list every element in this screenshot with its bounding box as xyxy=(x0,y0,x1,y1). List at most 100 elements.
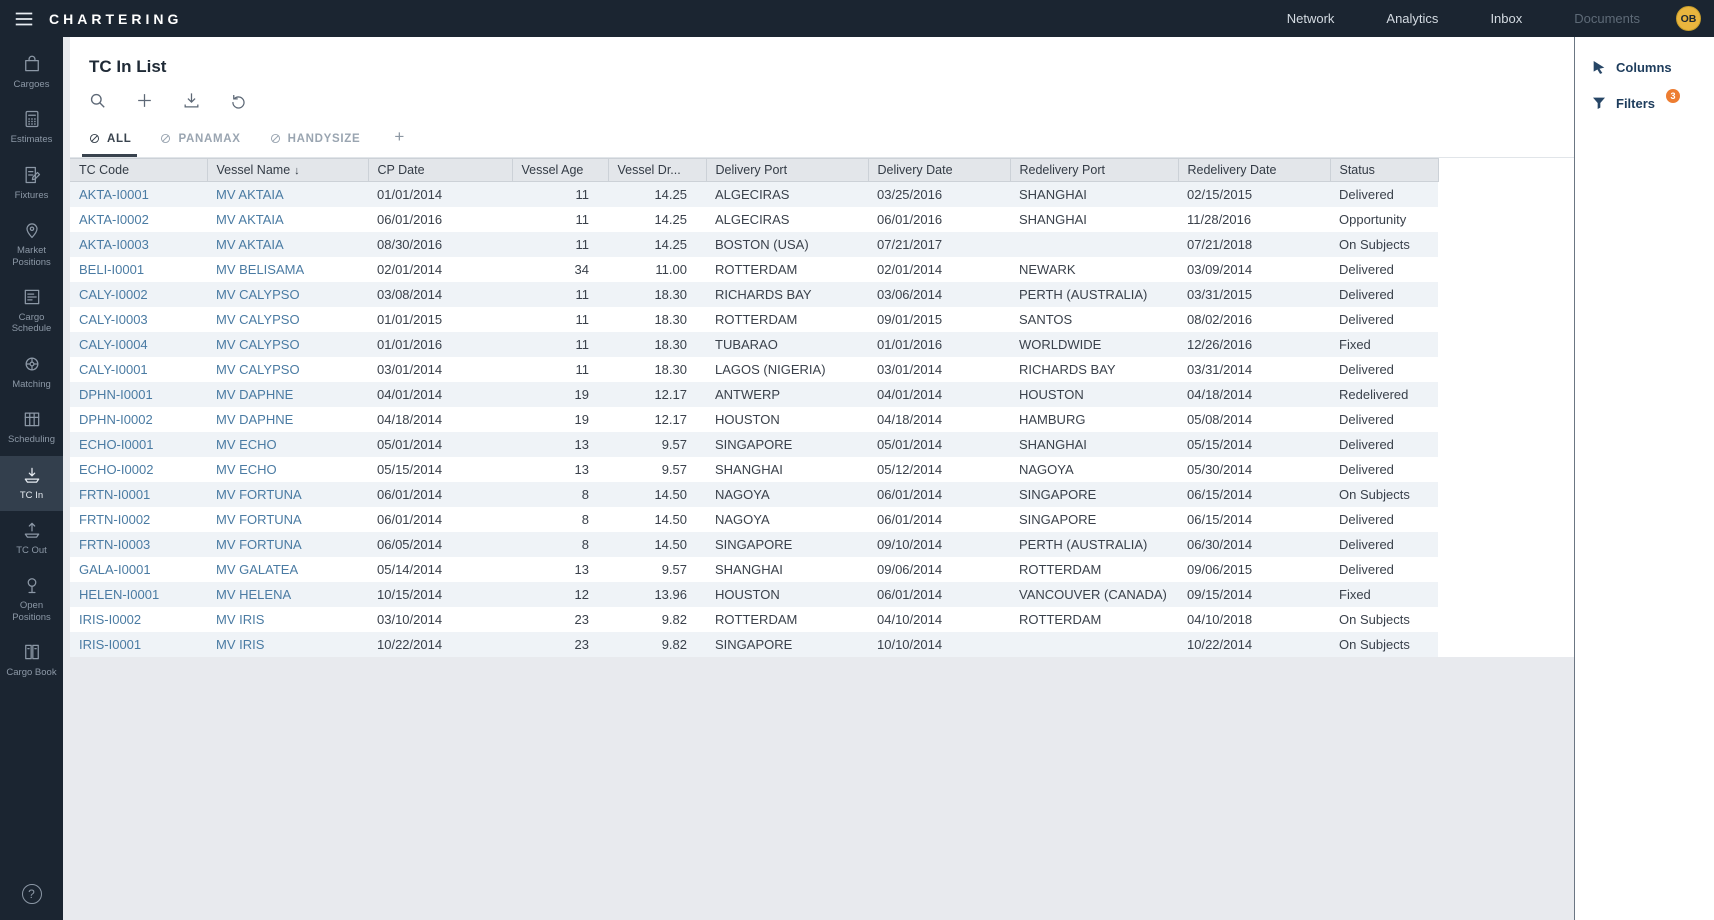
table-row[interactable]: DPHN-I0002MV DAPHNE04/18/20141912.17HOUS… xyxy=(70,407,1438,432)
cell-tc-code[interactable]: CALY-I0001 xyxy=(70,357,207,382)
table-row[interactable]: HELEN-I0001MV HELENA10/15/20141213.96HOU… xyxy=(70,582,1438,607)
tab-panamax[interactable]: PANAMAX xyxy=(153,125,246,157)
cell-tc-code[interactable]: CALY-I0002 xyxy=(70,282,207,307)
cell-vessel-name[interactable]: MV FORTUNA xyxy=(207,482,368,507)
table-row[interactable]: BELI-I0001MV BELISAMA02/01/20143411.00RO… xyxy=(70,257,1438,282)
column-header-vessel-dr[interactable]: Vessel Dr... xyxy=(608,159,706,182)
cell-vessel-name[interactable]: MV CALYPSO xyxy=(207,282,368,307)
add-view-tab[interactable]: + xyxy=(382,124,417,157)
cell-vessel-name[interactable]: MV AKTAIA xyxy=(207,207,368,232)
cell-tc-code[interactable]: CALY-I0003 xyxy=(70,307,207,332)
cell-vessel-name[interactable]: MV CALYPSO xyxy=(207,307,368,332)
columns-button[interactable]: Columns xyxy=(1575,49,1714,85)
table-row[interactable]: CALY-I0002MV CALYPSO03/08/20141118.30RIC… xyxy=(70,282,1438,307)
column-header-delivery-port[interactable]: Delivery Port xyxy=(706,159,868,182)
sidebar-item-cargo-book[interactable]: Cargo Book xyxy=(0,633,63,688)
cell-tc-code[interactable]: CALY-I0004 xyxy=(70,332,207,357)
cell-tc-code[interactable]: ECHO-I0001 xyxy=(70,432,207,457)
cell-tc-code[interactable]: FRTN-I0003 xyxy=(70,532,207,557)
search-button[interactable] xyxy=(86,89,109,112)
table-row[interactable]: FRTN-I0001MV FORTUNA06/01/2014814.50NAGO… xyxy=(70,482,1438,507)
table-row[interactable]: CALY-I0001MV CALYPSO03/01/20141118.30LAG… xyxy=(70,357,1438,382)
cell-tc-code[interactable]: FRTN-I0002 xyxy=(70,507,207,532)
table-row[interactable]: CALY-I0004MV CALYPSO01/01/20161118.30TUB… xyxy=(70,332,1438,357)
cell-tc-code[interactable]: AKTA-I0003 xyxy=(70,232,207,257)
cell-redelivery-port: SHANGHAI xyxy=(1010,432,1178,457)
table-row[interactable]: GALA-I0001MV GALATEA05/14/2014139.57SHAN… xyxy=(70,557,1438,582)
column-header-vessel-age[interactable]: Vessel Age xyxy=(512,159,608,182)
table-row[interactable]: ECHO-I0001MV ECHO05/01/2014139.57SINGAPO… xyxy=(70,432,1438,457)
cell-vessel-name[interactable]: MV IRIS xyxy=(207,632,368,657)
slashed-circle-icon xyxy=(269,132,282,145)
table-row[interactable]: CALY-I0003MV CALYPSO01/01/20151118.30ROT… xyxy=(70,307,1438,332)
table-row[interactable]: IRIS-I0002MV IRIS03/10/2014239.82ROTTERD… xyxy=(70,607,1438,632)
cell-vessel-name[interactable]: MV ECHO xyxy=(207,432,368,457)
tab-handysize[interactable]: HANDYSIZE xyxy=(263,125,367,157)
column-header-delivery-date[interactable]: Delivery Date xyxy=(868,159,1010,182)
column-header-tc-code[interactable]: TC Code xyxy=(70,159,207,182)
table-row[interactable]: FRTN-I0003MV FORTUNA06/05/2014814.50SING… xyxy=(70,532,1438,557)
add-button[interactable] xyxy=(133,89,156,112)
table-row[interactable]: AKTA-I0002MV AKTAIA06/01/20161114.25ALGE… xyxy=(70,207,1438,232)
top-nav-analytics[interactable]: Analytics xyxy=(1386,11,1438,26)
menu-icon[interactable] xyxy=(13,8,35,30)
reset-button[interactable] xyxy=(227,89,250,112)
top-nav-network[interactable]: Network xyxy=(1287,11,1335,26)
cell-tc-code[interactable]: GALA-I0001 xyxy=(70,557,207,582)
column-header-status[interactable]: Status xyxy=(1330,159,1438,182)
cell-vessel-name[interactable]: MV DAPHNE xyxy=(207,407,368,432)
cell-vessel-name[interactable]: MV AKTAIA xyxy=(207,182,368,208)
sidebar-item-fixtures[interactable]: Fixtures xyxy=(0,156,63,211)
table-row[interactable]: FRTN-I0002MV FORTUNA06/01/2014814.50NAGO… xyxy=(70,507,1438,532)
column-header-redelivery-date[interactable]: Redelivery Date xyxy=(1178,159,1330,182)
cell-vessel-name[interactable]: MV AKTAIA xyxy=(207,232,368,257)
cell-status: Delivered xyxy=(1330,457,1438,482)
table-row[interactable]: IRIS-I0001MV IRIS10/22/2014239.82SINGAPO… xyxy=(70,632,1438,657)
cell-tc-code[interactable]: FRTN-I0001 xyxy=(70,482,207,507)
cell-vessel-name[interactable]: MV IRIS xyxy=(207,607,368,632)
sidebar-item-cargoes[interactable]: Cargoes xyxy=(0,45,63,100)
column-header-vessel-name[interactable]: Vessel Name↓ xyxy=(207,159,368,182)
sidebar-item-tc-out[interactable]: TC Out xyxy=(0,511,63,566)
table-row[interactable]: AKTA-I0003MV AKTAIA08/30/20161114.25BOST… xyxy=(70,232,1438,257)
cell-vessel-name[interactable]: MV DAPHNE xyxy=(207,382,368,407)
sidebar-item-tc-in[interactable]: TC In xyxy=(0,456,63,511)
cell-tc-code[interactable]: DPHN-I0002 xyxy=(70,407,207,432)
column-header-cp-date[interactable]: CP Date xyxy=(368,159,512,182)
cell-vessel-name[interactable]: MV FORTUNA xyxy=(207,507,368,532)
cell-vessel-name[interactable]: MV FORTUNA xyxy=(207,532,368,557)
filters-button[interactable]: Filters 3 xyxy=(1575,85,1714,121)
sidebar-item-market-positions[interactable]: Market Positions xyxy=(0,211,63,278)
table-row[interactable]: ECHO-I0002MV ECHO05/15/2014139.57SHANGHA… xyxy=(70,457,1438,482)
cell-tc-code[interactable]: IRIS-I0001 xyxy=(70,632,207,657)
table-row[interactable]: DPHN-I0001MV DAPHNE04/01/20141912.17ANTW… xyxy=(70,382,1438,407)
download-button[interactable] xyxy=(180,89,203,112)
cell-vessel-name[interactable]: MV BELISAMA xyxy=(207,257,368,282)
cell-redelivery-date: 09/15/2014 xyxy=(1178,582,1330,607)
cell-tc-code[interactable]: AKTA-I0002 xyxy=(70,207,207,232)
cell-vessel-name[interactable]: MV CALYPSO xyxy=(207,332,368,357)
column-header-redelivery-port[interactable]: Redelivery Port xyxy=(1010,159,1178,182)
sidebar-item-matching[interactable]: Matching xyxy=(0,345,63,400)
cell-tc-code[interactable]: DPHN-I0001 xyxy=(70,382,207,407)
cell-cp-date: 02/01/2014 xyxy=(368,257,512,282)
open-positions-icon xyxy=(22,575,42,595)
cell-vessel-name[interactable]: MV ECHO xyxy=(207,457,368,482)
sidebar-item-open-positions[interactable]: Open Positions xyxy=(0,566,63,633)
top-nav-inbox[interactable]: Inbox xyxy=(1490,11,1522,26)
table-row[interactable]: AKTA-I0001MV AKTAIA01/01/20141114.25ALGE… xyxy=(70,182,1438,208)
cell-tc-code[interactable]: AKTA-I0001 xyxy=(70,182,207,208)
cell-tc-code[interactable]: IRIS-I0002 xyxy=(70,607,207,632)
sidebar-item-cargo-schedule[interactable]: Cargo Schedule xyxy=(0,278,63,345)
cell-vessel-name[interactable]: MV HELENA xyxy=(207,582,368,607)
cell-vessel-name[interactable]: MV GALATEA xyxy=(207,557,368,582)
sidebar-item-estimates[interactable]: Estimates xyxy=(0,100,63,155)
sidebar-item-scheduling[interactable]: Scheduling xyxy=(0,400,63,455)
cell-tc-code[interactable]: BELI-I0001 xyxy=(70,257,207,282)
cell-tc-code[interactable]: ECHO-I0002 xyxy=(70,457,207,482)
cell-tc-code[interactable]: HELEN-I0001 xyxy=(70,582,207,607)
avatar[interactable]: OB xyxy=(1676,6,1701,31)
tab-all[interactable]: ALL xyxy=(82,125,137,157)
help-button[interactable]: ? xyxy=(0,884,63,904)
cell-vessel-name[interactable]: MV CALYPSO xyxy=(207,357,368,382)
